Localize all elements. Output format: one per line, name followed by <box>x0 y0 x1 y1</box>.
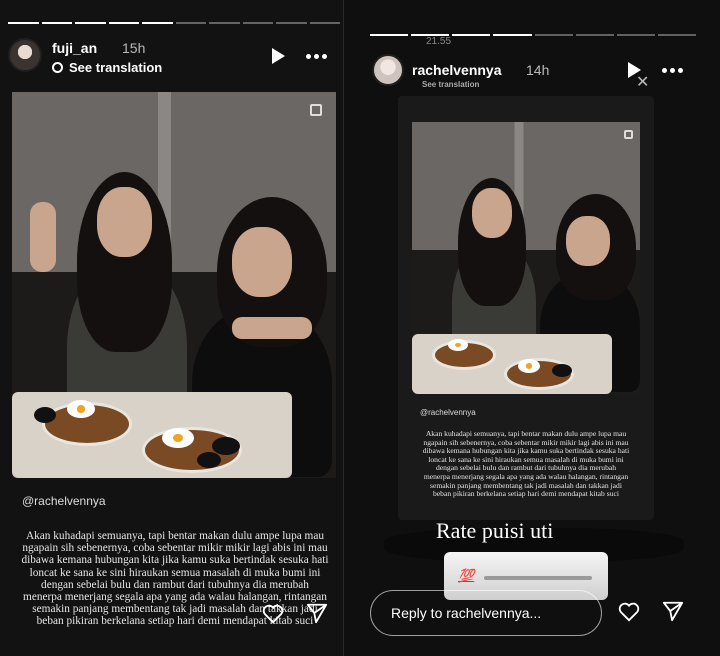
reply-input[interactable]: Reply to rachelvennya... <box>370 590 602 636</box>
heart-icon[interactable] <box>262 604 284 624</box>
close-icon[interactable]: ✕ <box>636 72 649 92</box>
see-translation-button[interactable]: See translation <box>52 60 162 75</box>
translate-icon <box>52 62 63 73</box>
story-photo <box>12 92 336 478</box>
story-time: 14h <box>526 62 550 78</box>
story-right: 21.55 rachelvennya 14h See translation ✕… <box>344 0 720 656</box>
play-icon[interactable] <box>272 48 285 64</box>
copy-icon <box>624 130 633 139</box>
story-caption: Rate puisi uti <box>436 518 554 543</box>
hundred-emoji-icon: 💯 <box>458 568 475 583</box>
copy-icon <box>310 104 322 116</box>
more-icon[interactable] <box>306 54 327 59</box>
heart-icon[interactable] <box>618 602 640 622</box>
mention-tag[interactable]: @rachelvennya <box>22 494 106 508</box>
poem-text: Akan kuhadapi semuanya, tapi bentar maka… <box>21 530 329 628</box>
username[interactable]: rachelvennya <box>412 62 502 78</box>
story-progress <box>8 22 340 24</box>
story-left: fuji_an 15h See translation @rachelvenny… <box>0 0 343 656</box>
send-icon[interactable] <box>662 600 684 622</box>
story-time: 15h <box>122 40 146 56</box>
username[interactable]: fuji_an <box>52 40 97 56</box>
slider-track[interactable] <box>484 576 592 580</box>
status-time: 21.55 <box>426 36 452 47</box>
avatar[interactable] <box>372 54 404 86</box>
send-icon[interactable] <box>306 602 328 624</box>
story-photo <box>412 122 640 394</box>
avatar[interactable] <box>8 38 42 72</box>
reply-placeholder: Reply to rachelvennya... <box>391 605 542 621</box>
story-progress <box>370 34 696 36</box>
see-translation-button[interactable]: See translation <box>422 80 479 89</box>
more-icon[interactable] <box>662 68 683 73</box>
reposted-story: @rachelvennya Akan kuhadapi semuanya, ta… <box>398 96 654 520</box>
mention-tag[interactable]: @rachelvennya <box>420 408 476 417</box>
see-translation-label: See translation <box>69 60 163 75</box>
poem-text: Akan kuhadapi semuanya, tapi bentar maka… <box>422 429 630 499</box>
see-translation-label: See translation <box>422 80 480 89</box>
